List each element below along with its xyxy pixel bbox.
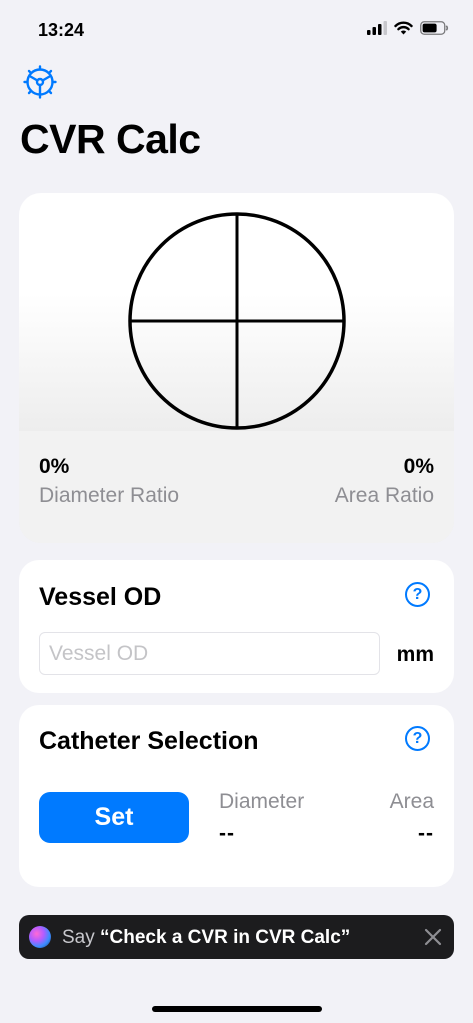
diameter-ratio-value: 0% <box>39 455 70 478</box>
siri-prefix: Say <box>62 927 101 948</box>
status-time: 13:24 <box>38 20 85 40</box>
siri-icon <box>29 926 51 948</box>
vessel-od-title: Vessel OD <box>39 583 162 611</box>
page-title: CVR Calc <box>20 116 201 162</box>
catheter-area-label: Area <box>389 790 434 813</box>
vessel-od-input[interactable] <box>39 632 380 675</box>
gear-icon <box>23 65 57 99</box>
question-icon: ? <box>412 585 423 603</box>
catheter-selection-card: Catheter Selection ? Set Diameter -- Are… <box>19 705 454 887</box>
catheter-diameter-label: Diameter <box>219 790 305 813</box>
cellular-signal-icon <box>367 21 387 35</box>
catheter-area-value: -- <box>418 822 434 845</box>
close-icon[interactable] <box>422 926 444 948</box>
ratio-visualization-card: 0% Diameter Ratio 0% Area Ratio <box>19 193 454 543</box>
settings-button[interactable] <box>22 64 58 100</box>
diameter-ratio-label: Diameter Ratio <box>39 484 180 507</box>
siri-phrase: “Check a CVR in CVR Calc” <box>100 927 351 948</box>
set-button[interactable]: Set <box>39 792 189 843</box>
wifi-icon <box>394 21 413 35</box>
vessel-od-help-button[interactable]: ? <box>405 582 430 607</box>
area-ratio-value: 0% <box>403 455 434 478</box>
catheter-help-button[interactable]: ? <box>405 726 430 751</box>
home-indicator[interactable] <box>152 1006 322 1012</box>
catheter-selection-title: Catheter Selection <box>39 727 259 755</box>
catheter-diameter-value: -- <box>219 822 235 845</box>
question-icon: ? <box>412 729 423 747</box>
status-icons <box>367 21 449 35</box>
battery-icon <box>420 21 449 35</box>
unit-label: mm <box>396 643 434 666</box>
area-ratio-label: Area Ratio <box>334 484 434 507</box>
vessel-od-card: Vessel OD ? mm <box>19 560 454 693</box>
siri-suggestion-text: Say “Check a CVR in CVR Calc” <box>62 927 350 949</box>
vessel-cross-section-diagram <box>128 212 346 430</box>
siri-suggestion-banner[interactable]: Say “Check a CVR in CVR Calc” <box>19 915 454 959</box>
status-bar: 13:24 <box>0 0 473 60</box>
